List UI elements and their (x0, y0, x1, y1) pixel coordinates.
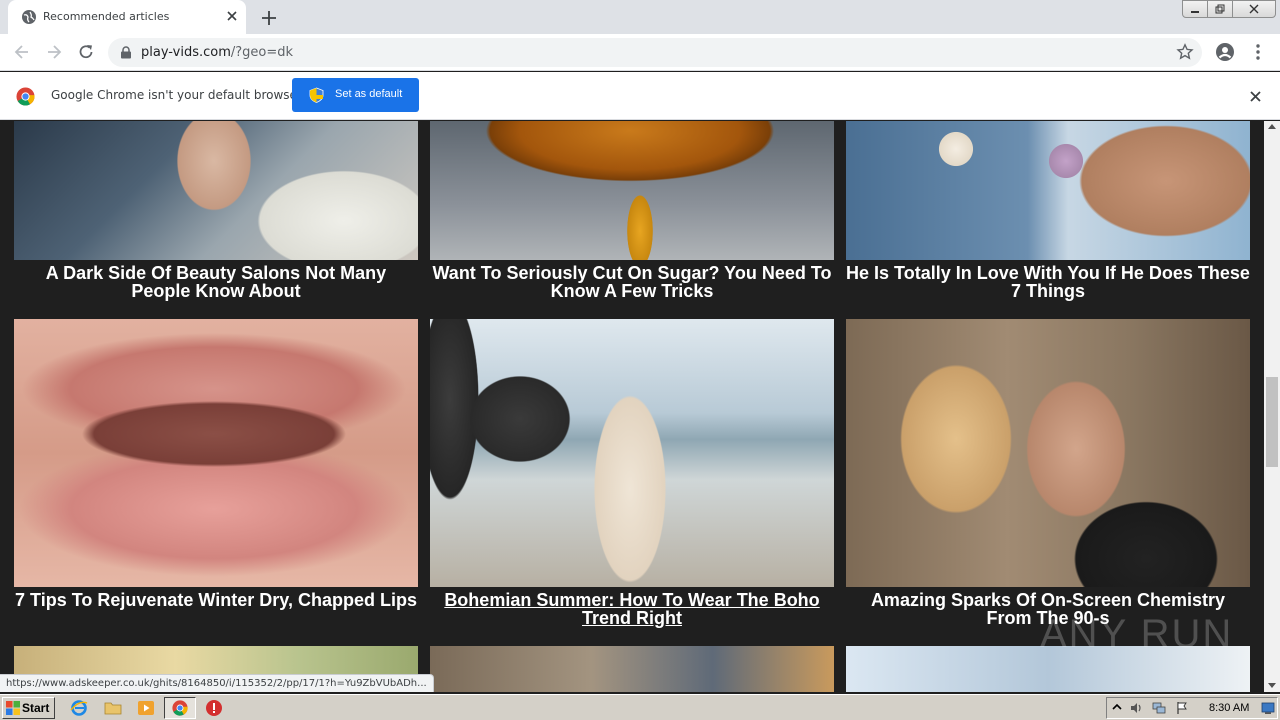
chrome-logo-icon (16, 87, 35, 106)
article-image[interactable] (430, 646, 834, 692)
bookmark-star-icon[interactable] (1176, 43, 1194, 61)
minimize-button[interactable] (1182, 0, 1208, 18)
browser-toolbar: play-vids.com/?geo=dk (0, 34, 1280, 71)
page-scrollbar[interactable] (1264, 121, 1280, 692)
close-tab-icon[interactable] (224, 8, 240, 24)
tab-title: Recommended articles (43, 10, 170, 23)
action-center-flag-icon[interactable] (1175, 701, 1189, 715)
article-caption-hovered[interactable]: Bohemian Summer: How To Wear The Boho Tr… (430, 591, 834, 627)
default-browser-infobar: Google Chrome isn't your default browser… (0, 72, 1280, 120)
article-caption[interactable]: 7 Tips To Rejuvenate Winter Dry, Chapped… (14, 591, 418, 609)
new-tab-icon[interactable] (259, 8, 279, 28)
article-caption[interactable]: Want To Seriously Cut On Sugar? You Need… (430, 264, 834, 300)
article-image-honey[interactable] (430, 121, 834, 260)
page-viewport: A Dark Side Of Beauty Salons Not Many Pe… (0, 121, 1264, 692)
url-host: play-vids.com (141, 45, 231, 60)
globe-icon (22, 10, 36, 24)
article-caption[interactable]: He Is Totally In Love With You If He Doe… (846, 264, 1250, 300)
article-image-icecream[interactable] (846, 121, 1250, 260)
windows-taskbar: Start 8:30 AM (0, 694, 1280, 720)
tab-strip: Recommended articles (0, 0, 1280, 34)
article-card[interactable]: He Is Totally In Love With You If He Doe… (846, 121, 1250, 301)
article-caption[interactable]: A Dark Side Of Beauty Salons Not Many Pe… (14, 264, 418, 300)
taskbar-clock: 8:30 AM (1209, 702, 1250, 714)
address-bar[interactable]: play-vids.com/?geo=dk (108, 38, 1202, 67)
stop-sign-icon[interactable] (205, 699, 223, 717)
forward-icon[interactable] (44, 42, 64, 62)
article-card[interactable] (430, 646, 834, 692)
url-text[interactable]: play-vids.com/?geo=dk (141, 45, 293, 60)
window-close-button[interactable] (1232, 0, 1276, 18)
article-card[interactable]: Bohemian Summer: How To Wear The Boho Tr… (430, 319, 834, 631)
back-icon[interactable] (12, 42, 32, 62)
network-icon[interactable] (1152, 701, 1166, 715)
article-card[interactable]: Amazing Sparks Of On-Screen Chemistry Fr… (846, 319, 1250, 631)
volume-icon[interactable] (1129, 701, 1143, 715)
anyrun-watermark: ANY RUN (1040, 612, 1234, 656)
reload-icon[interactable] (76, 42, 96, 62)
menu-kebab-icon[interactable] (1252, 42, 1264, 62)
scroll-thumb[interactable] (1266, 377, 1278, 467)
status-url-bubble: https://www.adskeeper.co.uk/ghits/816485… (0, 674, 434, 692)
scroll-up-arrow-icon[interactable] (1268, 124, 1276, 129)
profile-icon[interactable] (1215, 42, 1235, 62)
uac-shield-icon (309, 87, 324, 103)
start-label: Start (22, 701, 50, 715)
set-as-default-button[interactable]: Set as default (292, 78, 419, 112)
media-player-icon[interactable] (137, 699, 155, 717)
scroll-down-arrow-icon[interactable] (1268, 683, 1276, 688)
tab-recommended-articles[interactable]: Recommended articles (8, 0, 246, 34)
taskbar-chrome-button[interactable] (164, 697, 196, 719)
close-window-icon (1249, 4, 1259, 14)
chrome-icon (172, 700, 188, 716)
folder-icon[interactable] (104, 699, 122, 717)
article-card[interactable]: A Dark Side Of Beauty Salons Not Many Pe… (14, 121, 418, 301)
internet-explorer-icon[interactable] (70, 699, 88, 717)
article-card[interactable]: Want To Seriously Cut On Sugar? You Need… (430, 121, 834, 301)
tray-expand-icon[interactable] (1110, 701, 1124, 715)
infobar-message: Google Chrome isn't your default browser (51, 88, 302, 102)
article-image-lips[interactable] (14, 319, 418, 587)
article-image-salon[interactable] (14, 121, 418, 260)
minimize-icon (1191, 11, 1199, 13)
article-image-kiss[interactable] (846, 319, 1250, 587)
article-image-beach[interactable] (430, 319, 834, 587)
restore-icon (1215, 4, 1225, 14)
set-as-default-label: Set as default (335, 88, 403, 100)
windows-flag-icon (6, 701, 20, 715)
show-desktop-icon[interactable] (1261, 701, 1275, 715)
start-button[interactable]: Start (2, 697, 55, 719)
url-path: /?geo=dk (230, 45, 294, 60)
infobar-close-icon[interactable] (1249, 90, 1262, 103)
restore-button[interactable] (1207, 0, 1233, 18)
system-tray: 8:30 AM (1106, 697, 1278, 719)
article-card[interactable]: 7 Tips To Rejuvenate Winter Dry, Chapped… (14, 319, 418, 631)
lock-icon[interactable] (120, 46, 132, 59)
